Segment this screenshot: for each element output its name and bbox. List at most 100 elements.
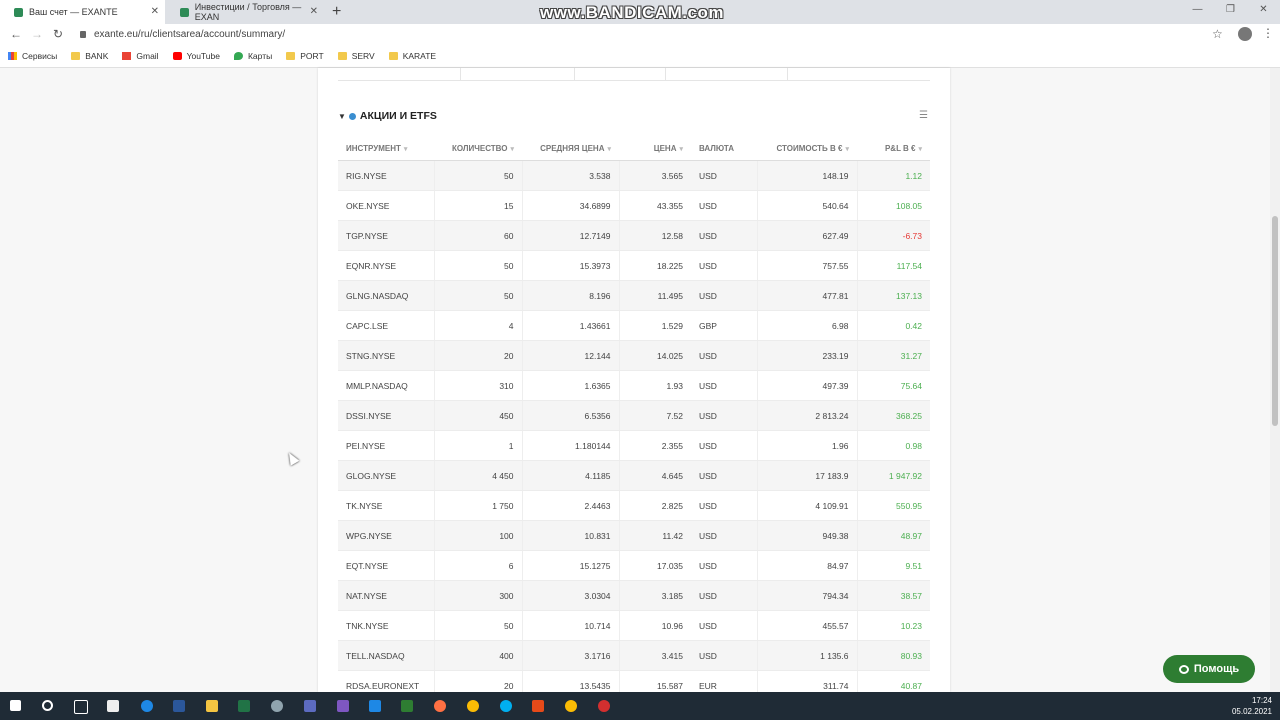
column-divider <box>665 68 666 80</box>
table-row[interactable]: CAPC.LSE 4 1.43661 1.529 GBP 6.98 0.42 <box>338 310 930 341</box>
minimize-button[interactable]: — <box>1181 0 1214 24</box>
back-arrow-icon[interactable]: ← <box>10 27 22 41</box>
tab-close-icon[interactable]: ✕ <box>151 6 159 17</box>
bookmark-label: Сервисы <box>22 51 58 61</box>
chrome-icon[interactable] <box>467 700 479 712</box>
table-row[interactable]: TNK.NYSE 50 10.714 10.96 USD 455.57 10.23 <box>338 610 930 641</box>
lynx-icon[interactable] <box>401 700 413 712</box>
forward-arrow-icon[interactable]: → <box>31 27 43 41</box>
table-row[interactable]: EQT.NYSE 6 15.1275 17.035 USD 84.97 9.51 <box>338 550 930 581</box>
table-cell: 137.13 <box>857 280 930 311</box>
table-cell: USD <box>691 220 758 251</box>
table-cell: 1 947.92 <box>857 460 930 491</box>
browser-tab-bar: Ваш счет — EXANTE ✕ Инвестиции / Торговл… <box>0 0 1280 24</box>
table-cell: USD <box>691 400 758 431</box>
youtube-icon <box>172 52 182 60</box>
table-cell: 148.19 <box>757 160 858 191</box>
mail-icon[interactable] <box>369 700 381 712</box>
firefox-icon[interactable] <box>434 700 446 712</box>
column-header-price[interactable]: ЦЕНА ▾ <box>619 136 691 161</box>
store-icon[interactable] <box>107 700 119 712</box>
bandicam-icon[interactable] <box>598 700 610 712</box>
folder-icon <box>71 52 81 60</box>
url-field[interactable]: exante.eu/ru/clientsarea/account/summary… <box>80 27 1230 43</box>
table-cell: 108.05 <box>857 190 930 221</box>
office-icon[interactable] <box>532 700 544 712</box>
table-cell: 300 <box>434 580 523 611</box>
table-row[interactable]: MMLP.NASDAQ 310 1.6365 1.93 USD 497.39 75.64 <box>338 370 930 401</box>
table-row[interactable]: GLNG.NASDAQ 50 8.196 11.495 USD 477.81 137.13 <box>338 280 930 311</box>
onenote-icon[interactable] <box>337 700 349 712</box>
bookmark-services[interactable]: Сервисы <box>8 51 57 61</box>
tab-account[interactable]: Ваш счет — EXANTE ✕ <box>0 0 165 24</box>
table-row[interactable]: EQNR.NYSE 50 15.3973 18.225 USD 757.55 117.54 <box>338 250 930 281</box>
excel-icon[interactable] <box>238 700 250 712</box>
table-cell: USD <box>691 280 758 311</box>
table-row[interactable]: TELL.NASDAQ 400 3.1716 3.415 USD 1 135.6 80.93 <box>338 640 930 671</box>
tab-investments[interactable]: Инвестиции / Торговля — EXAN ✕ <box>166 0 324 24</box>
column-header-quantity[interactable]: КОЛИЧЕСТВО ▾ <box>434 136 522 161</box>
help-button[interactable]: Помощь <box>1163 655 1255 683</box>
table-row[interactable]: TK.NYSE 1 750 2.4463 2.825 USD 4 109.91 550.95 <box>338 490 930 521</box>
task-view-icon[interactable] <box>74 700 88 714</box>
skype-icon[interactable] <box>500 700 512 712</box>
chrome-active-icon[interactable] <box>565 700 577 712</box>
table-row[interactable]: OKE.NYSE 15 34.6899 43.355 USD 540.64 108.05 <box>338 190 930 221</box>
column-header-pnl-eur[interactable]: P&L В € ▾ <box>857 136 930 161</box>
bookmark-karate[interactable]: KARATE <box>388 51 436 61</box>
file-explorer-icon[interactable] <box>206 700 218 712</box>
system-clock[interactable]: 17:24 05.02.2021 <box>1232 695 1272 717</box>
tools-icon[interactable] <box>271 700 283 712</box>
table-row[interactable]: RDSA.EURONEXT 20 13.5435 15.587 EUR 311.74 40.… <box>338 670 930 692</box>
table-cell: 15 <box>434 190 523 221</box>
close-window-button[interactable]: ✕ <box>1247 0 1280 24</box>
table-row[interactable]: PEI.NYSE 1 1.180144 2.355 USD 1.96 0.98 <box>338 430 930 461</box>
folder-icon <box>388 52 398 60</box>
table-row[interactable]: WPG.NYSE 100 10.831 11.42 USD 949.38 48.97 <box>338 520 930 551</box>
window-controls: — ❐ ✕ <box>1181 0 1280 24</box>
word-icon[interactable] <box>173 700 185 712</box>
browser-menu-icon[interactable]: ⋮ <box>1262 26 1274 40</box>
apps-grid-icon <box>8 52 17 60</box>
bookmark-port[interactable]: PORT <box>286 51 324 61</box>
table-row[interactable]: TGP.NYSE 60 12.7149 12.58 USD 627.49 -6.73 <box>338 220 930 251</box>
bookmark-star-icon[interactable]: ☆ <box>1212 27 1223 41</box>
tab-close-icon[interactable]: ✕ <box>310 6 318 17</box>
column-settings-icon[interactable]: ☰ <box>919 110 928 121</box>
table-cell: NAT.NYSE <box>338 580 435 611</box>
bookmark-gmail[interactable]: Gmail <box>122 51 159 61</box>
table-cell: GBP <box>691 310 758 341</box>
bookmark-label: YouTube <box>186 51 220 61</box>
table-cell: 20 <box>434 670 523 692</box>
column-header-instrument[interactable]: ИНСТРУМЕНТ ▾ <box>338 136 434 161</box>
table-cell: PEI.NYSE <box>338 430 435 461</box>
bookmark-maps[interactable]: Карты <box>233 51 272 61</box>
page-scrollbar[interactable] <box>1270 68 1280 692</box>
new-tab-button[interactable]: + <box>332 3 341 21</box>
section-header[interactable]: ▼ АКЦИИ И ETFS <box>338 110 437 122</box>
bookmark-youtube[interactable]: YouTube <box>172 51 220 61</box>
table-row[interactable]: DSSI.NYSE 450 6.5356 7.52 USD 2 813.24 368.25 <box>338 400 930 431</box>
column-header-avg-price[interactable]: СРЕДНЯЯ ЦЕНА ▾ <box>522 136 619 161</box>
table-row[interactable]: NAT.NYSE 300 3.0304 3.185 USD 794.34 38.57 <box>338 580 930 611</box>
scrollbar-thumb[interactable] <box>1272 216 1278 426</box>
maximize-button[interactable]: ❐ <box>1214 0 1247 24</box>
table-cell: 11.495 <box>619 280 691 311</box>
table-row[interactable]: STNG.NYSE 20 12.144 14.025 USD 233.19 31.27 <box>338 340 930 371</box>
column-header-currency[interactable]: ВАЛЮТА <box>691 136 757 161</box>
column-header-value-eur[interactable]: СТОИМОСТЬ В € ▾ <box>757 136 857 161</box>
edge-icon[interactable] <box>141 700 153 712</box>
table-cell: 20 <box>434 340 523 371</box>
collapse-triangle-icon[interactable]: ▼ <box>338 112 346 121</box>
calculator-icon[interactable] <box>304 700 316 712</box>
search-icon[interactable] <box>42 700 53 711</box>
profile-avatar[interactable] <box>1238 27 1252 41</box>
bookmark-serv[interactable]: SERV <box>337 51 375 61</box>
reload-icon[interactable]: ↻ <box>53 27 63 41</box>
table-cell: 48.97 <box>857 520 930 551</box>
windows-start-icon[interactable] <box>10 700 21 711</box>
table-row[interactable]: RIG.NYSE 50 3.538 3.565 USD 148.19 1.12 <box>338 160 930 191</box>
table-row[interactable]: GLOG.NYSE 4 450 4.1185 4.645 USD 17 183.9 1 94… <box>338 460 930 491</box>
bookmark-bank[interactable]: BANK <box>71 51 108 61</box>
table-cell: 3.0304 <box>522 580 620 611</box>
